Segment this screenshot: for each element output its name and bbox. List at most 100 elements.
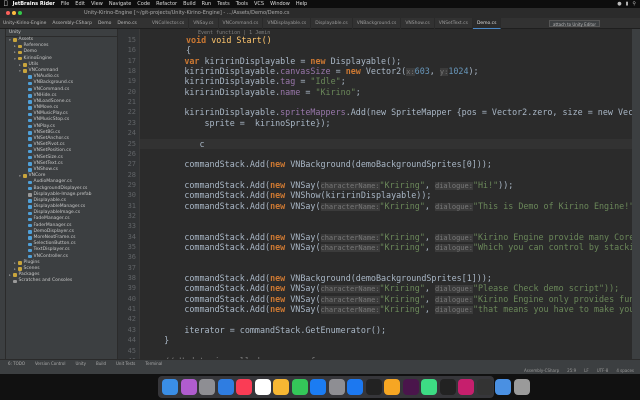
code-token: iterator = commandStack.GetEnumerator(); [184, 324, 387, 335]
tab-vnsettext[interactable]: VNSetText.cs [435, 17, 473, 29]
tab-vnshow[interactable]: VNShow.cs [401, 17, 435, 29]
code-line[interactable]: c [144, 139, 204, 149]
menu-edit[interactable]: Edit [75, 0, 85, 8]
menu-help[interactable]: Help [296, 0, 307, 8]
code-line[interactable]: } [144, 335, 169, 345]
menu-run[interactable]: Run [202, 0, 212, 8]
dock-launchpad-icon[interactable] [199, 379, 215, 395]
breadcrumb-project[interactable]: Unity-Kirino-Engine [0, 21, 49, 26]
code-line[interactable]: commandStack.Add(new VNBackground(demoBa… [144, 273, 492, 283]
code-line[interactable]: kiririnDisplayable.canvasSize = new Vect… [144, 66, 479, 77]
menu-vcs[interactable]: VCS [254, 0, 264, 8]
spotlight-icon[interactable]: ⚲ [632, 0, 636, 8]
terminal-tool-button[interactable]: Terminal [145, 360, 162, 367]
breadcrumb-file[interactable]: Demo.cs [114, 21, 140, 26]
breadcrumb-assembly[interactable]: Assembly-CSharp [49, 21, 95, 26]
dock-music-icon[interactable] [236, 379, 252, 395]
dock-safari-icon[interactable] [217, 379, 234, 395]
attach-to-unity-button[interactable]: attach to Unity Editor [549, 20, 600, 27]
status-assembly[interactable]: Assembly-CSharp [524, 367, 559, 374]
dock-unity-hub-icon[interactable] [476, 379, 493, 395]
code-editor[interactable]: 15 16 17 18 19 20 21 22 23 24 25 26 27 28 29 30 31 32 33 34… [118, 29, 632, 359]
menu-code[interactable]: Code [137, 0, 150, 8]
code-line[interactable]: commandStack.Add(new VNShow(kiririnDispl… [144, 190, 431, 200]
code-line[interactable]: commandStack.Add(new VNSay(characterName… [144, 283, 619, 294]
unity-tool-button[interactable]: Unity [75, 360, 86, 367]
code-token: 603 [414, 66, 430, 77]
dock-app-store-icon[interactable] [310, 379, 326, 395]
build-tool-button[interactable]: Build [96, 360, 106, 367]
dock-calendar-icon[interactable] [254, 379, 271, 395]
code-line[interactable]: commandStack.Add(new VNSay(characterName… [144, 180, 513, 190]
tree-file[interactable]: Scratches and Consoles [0, 278, 117, 284]
breadcrumb-folder[interactable]: Demo [95, 21, 114, 26]
code-line[interactable]: kiririnDisplayable.tag = "Idle"; [144, 76, 345, 86]
status-line-ending[interactable]: LF [584, 367, 589, 374]
status-indent[interactable]: 4 spaces [616, 367, 634, 374]
dock-siri-icon[interactable] [180, 379, 197, 395]
dock-messages-icon[interactable] [291, 379, 308, 395]
tab-displayable[interactable]: Displayable.cs [311, 17, 353, 29]
code-line[interactable]: kiririnDisplayable.name = "Kirino"; [144, 87, 361, 97]
menu-navigate[interactable]: Navigate [109, 0, 131, 8]
code-token: VNSay( [290, 293, 321, 304]
wifi-icon[interactable]: ● [617, 0, 621, 8]
tab-demo[interactable]: Demo.cs [472, 17, 502, 29]
code-line[interactable]: void void Start() [144, 35, 272, 45]
menu-tools[interactable]: Tools [236, 0, 248, 8]
code-line[interactable]: { [144, 45, 191, 55]
maximize-window-button[interactable] [18, 11, 22, 15]
code-line[interactable]: commandStack.Add(new VNSay(characterName… [144, 242, 632, 252]
dock-android-icon[interactable] [421, 379, 437, 395]
code-line[interactable]: sprite = kirinoSprite}); [144, 118, 331, 128]
dock-downloads-icon[interactable] [495, 379, 511, 395]
dock-rider-icon[interactable] [458, 379, 474, 395]
dock-unity-icon[interactable] [439, 379, 456, 395]
menu-window[interactable]: Window [270, 0, 290, 8]
todo-tool-button[interactable]: 6: TODO [8, 360, 25, 367]
dock-photos-icon[interactable] [273, 379, 289, 395]
status-caret-position[interactable]: 25:9 [567, 367, 576, 374]
tab-vnsay[interactable]: VNSay.cs [189, 17, 219, 29]
dock-sketch-icon[interactable] [384, 379, 400, 395]
code-line[interactable]: var kiririnDisplayable = new Displayable… [144, 56, 401, 66]
dock-finder-icon[interactable] [162, 379, 178, 395]
line-number: 19 [127, 77, 136, 86]
minimize-window-button[interactable] [12, 11, 16, 15]
code-token: new [270, 190, 291, 201]
menu-build[interactable]: Build [183, 0, 196, 8]
dock-terminal-icon[interactable] [365, 379, 382, 395]
app-menu[interactable]: JetBrains Rider [13, 0, 55, 8]
dock-slack-icon[interactable] [402, 379, 419, 395]
tab-vndisplayable[interactable]: VNDisplayable.cs [263, 17, 312, 29]
dock-xcode-icon[interactable] [347, 379, 363, 395]
code-line[interactable]: commandStack.Add(new VNSay(characterName… [144, 232, 632, 242]
battery-icon[interactable]: ▮ [626, 0, 629, 8]
unit-tests-tool-button[interactable]: Unit Tests [116, 360, 135, 367]
status-encoding[interactable]: UTF-8 [597, 367, 609, 374]
parameter-hint: dialogue: [435, 202, 473, 211]
code-line[interactable]: iterator = commandStack.GetEnumerator(); [144, 325, 386, 335]
line-number: 43 [127, 325, 136, 334]
code-line[interactable]: commandStack.Add(new VNSay(characterName… [144, 201, 632, 211]
parameter-hint: characterName: [320, 181, 380, 190]
menu-view[interactable]: View [91, 0, 103, 8]
dock-trash-icon[interactable] [513, 379, 530, 395]
menu-file[interactable]: File [61, 0, 69, 8]
dock-settings-icon[interactable] [328, 379, 345, 395]
explorer-header[interactable]: Unity [0, 29, 117, 37]
tab-vncollector[interactable]: VNCollector.cs [148, 17, 190, 29]
menu-tests[interactable]: Tests [217, 0, 229, 8]
tab-vncommand[interactable]: VNCommand.cs [219, 17, 264, 29]
code-line[interactable]: commandStack.Add(new VNBackground(demoBa… [144, 159, 492, 169]
close-window-button[interactable] [6, 11, 10, 15]
csharp-file-icon [28, 186, 32, 191]
menu-refactor[interactable]: Refactor [156, 0, 177, 8]
version-control-tool-button[interactable]: Version Control [35, 360, 65, 367]
code-line[interactable]: commandStack.Add(new VNSay(characterName… [144, 294, 632, 304]
code-line[interactable]: commandStack.Add(new VNSay(characterName… [144, 304, 632, 315]
apple-icon[interactable]:  [4, 0, 8, 8]
tab-vnbackground[interactable]: VNBackground.cs [353, 17, 402, 29]
code-line[interactable]: kiririnDisplayable.spriteMappers.Add(new… [144, 107, 632, 117]
